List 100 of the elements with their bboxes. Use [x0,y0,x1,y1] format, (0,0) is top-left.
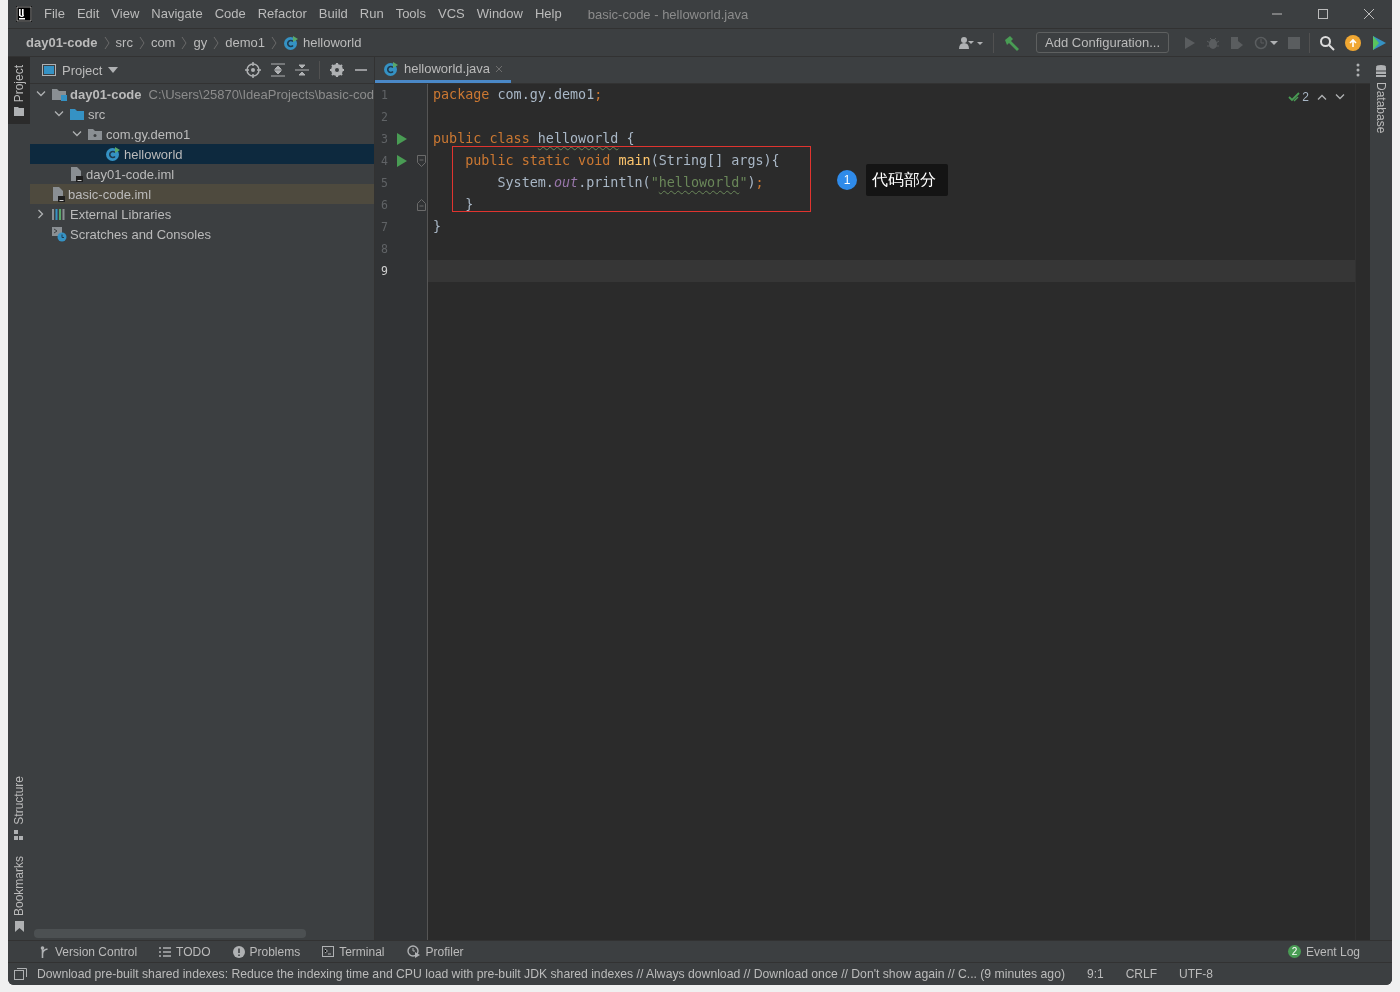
tree-item[interactable]: src [30,104,374,124]
line-separator[interactable]: CRLF [1125,967,1158,981]
side-tool-tab[interactable]: Bookmarks [8,847,30,940]
menu-item[interactable]: VCS [432,4,471,24]
caret-position[interactable]: 9:1 [1087,967,1104,981]
tool-window-button[interactable]: Profiler [406,944,464,959]
structure-icon [14,829,24,840]
tree-item-label: helloworld [124,146,183,162]
module-file-icon [69,166,83,182]
project-path: C:\Users\25870\IdeaProjects\basic-cod [148,86,374,102]
folder-icon [14,107,24,117]
breadcrumb-item[interactable]: helloworld [302,35,362,50]
tree-item-label: com.gy.demo1 [106,126,191,142]
window-title: basic-code - helloworld.java [587,6,749,22]
run-gutter-icon[interactable] [397,133,407,145]
menu-item[interactable]: Navigate [145,4,209,24]
close-icon[interactable] [1363,8,1375,20]
tree-item[interactable]: basic-code.iml [30,184,374,204]
database-icon [1376,65,1386,77]
expand-all-icon[interactable] [271,63,285,77]
tree-item[interactable]: com.gy.demo1 [30,124,374,144]
menu-item[interactable]: Window [470,4,529,24]
code-line: } [433,219,442,234]
menu-item[interactable]: Refactor [251,4,313,24]
terminal-icon [322,946,335,957]
tree-item-label: basic-code.iml [68,186,152,202]
tree-item[interactable]: day01-code C:\Users\25870\IdeaProjects\basic-cod [30,84,374,104]
side-tool-tab[interactable]: Project [8,57,30,125]
chevron-icon [181,35,188,50]
settings-icon[interactable] [330,63,344,77]
tree-item-label: day01-code [70,86,142,102]
tree-item[interactable]: helloworld [30,144,374,164]
code-line: public static void main(String[] args){ [464,153,780,168]
scratches-icon [51,226,67,242]
callout-number: 1 [837,170,857,190]
tree-item-label: External Libraries [70,206,172,222]
bookmark-icon [14,921,24,932]
profiler-icon[interactable] [1254,35,1278,50]
chevron-icon [270,35,277,50]
hammer-icon[interactable] [1003,34,1022,51]
inspection-status[interactable]: 2 [1288,90,1309,104]
previous-icon[interactable] [1317,94,1327,100]
run-gutter-icon[interactable] [397,155,407,167]
branch-icon [40,945,50,958]
menu-item[interactable]: Edit [70,4,106,24]
breadcrumb-item[interactable]: demo1 [225,35,265,50]
breadcrumb-item[interactable]: gy [193,35,208,50]
tool-window-button[interactable]: Terminal [322,944,385,959]
fold-icon[interactable] [417,155,426,167]
view-selector[interactable]: Project [42,62,119,78]
menu-item[interactable]: Tools [389,4,432,24]
fold-icon[interactable] [417,199,426,211]
menu-item[interactable]: Code [208,4,252,24]
tool-window-button[interactable]: Problems [232,944,301,959]
maximize-icon[interactable] [1317,8,1329,20]
libraries-icon [51,207,67,221]
run-configuration-button[interactable]: Add Configuration... [1036,32,1169,53]
tree-item[interactable]: External Libraries [30,204,374,224]
tool-window-button[interactable]: TODO [159,944,211,959]
line-number: 9 [380,264,389,278]
tree-item[interactable]: Scratches and Consoles [30,224,374,244]
file-encoding[interactable]: UTF-8 [1179,967,1214,981]
breadcrumb-item[interactable]: src [115,35,133,50]
tree-item[interactable]: day01-code.iml [30,164,374,184]
user-icon[interactable] [958,35,985,50]
exclamation-icon [232,945,245,958]
callout-label: 代码部分 [866,164,948,196]
tree-item-label: src [88,106,106,122]
module-folder-icon [51,87,67,101]
class-icon [383,60,399,77]
menu-item[interactable]: Run [353,4,390,24]
breadcrumb-item[interactable]: day01-code [26,35,98,50]
code-line: public class helloworld { [433,131,635,146]
breadcrumb-item[interactable]: com [150,35,176,50]
folder-icon [69,107,85,121]
menu-item[interactable]: Help [528,4,568,24]
menu-item[interactable]: View [105,4,146,24]
plugin-logo-icon[interactable] [1371,34,1387,51]
next-icon[interactable] [1335,94,1345,100]
more-options-icon[interactable] [1356,63,1360,77]
search-icon[interactable] [1319,34,1335,51]
class-icon [105,146,121,162]
side-tool-tab[interactable]: Database [1370,57,1392,142]
collapse-all-icon[interactable] [295,63,309,77]
event-log-button[interactable]: 2 Event Log [1287,944,1360,959]
package-icon [87,127,103,141]
tool-windows-toggle-icon[interactable] [14,968,27,980]
panel-icon [42,64,56,76]
locate-icon[interactable] [245,62,261,78]
menu-item[interactable]: File [38,4,71,24]
update-icon[interactable] [1345,34,1361,51]
tool-window-button[interactable]: Version Control [40,944,138,959]
side-tool-tab[interactable]: Structure [8,768,30,848]
status-message[interactable]: Download pre-built shared indexes: Reduce the indexing time and CPU load with pre-built JDK shared indexes // Always download // Download once // Don't show again // C... (9 minutes ago) [37,967,1065,981]
notification-count: 2 [1287,945,1301,958]
chevron-icon [213,35,220,50]
dropdown-arrow-icon [108,67,119,73]
code-line: System.out.println("helloworld"); [496,175,764,190]
class-icon [282,34,299,51]
menu-item[interactable]: Build [312,4,354,24]
